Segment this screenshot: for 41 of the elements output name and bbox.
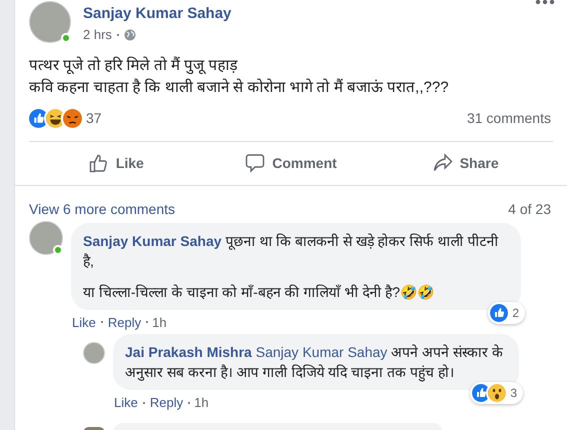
post-time[interactable]: 2 hrs — [83, 25, 112, 44]
comment-action-link[interactable]: Reply — [148, 393, 184, 412]
comment-reactions[interactable]: 3 — [470, 382, 523, 404]
like-reaction-icon — [490, 304, 508, 322]
comment-counter: 4 of 23 — [508, 200, 551, 218]
reaction-count: 3 — [510, 385, 517, 402]
comment-action-link[interactable]: Like — [113, 393, 139, 412]
post-text-line: कवि कहना चाहता है कि थाली बजाने से कोरोना भागे तो मैं बजाऊं परात,,??? — [29, 78, 450, 98]
reaction-count[interactable]: 37 — [86, 108, 102, 129]
view-more-comments-link[interactable]: View 6 more comments — [29, 200, 176, 218]
mention-link[interactable]: Sanjay Kumar Sahay — [256, 344, 388, 360]
commenter-name[interactable]: Sanjay Kumar Sahay — [83, 232, 222, 248]
share-arrow-icon — [432, 153, 453, 173]
comment-action-link[interactable]: Like — [71, 312, 97, 332]
post-text-line: पत्थर पूजे तो हरि मिले तो मैं पुजू पहाड़ — [29, 56, 239, 76]
comment-time[interactable]: 1h — [194, 393, 209, 412]
globe-icon — [124, 28, 136, 41]
comment-text: या चिल्ला-चिल्ला के चाइना को माँ-बहन की गालियाँ भी देनी है?🤣🤣 — [83, 282, 436, 302]
commenter-name[interactable]: Jai Prakash Mishra — [125, 344, 252, 360]
more-icon — [535, 0, 555, 5]
thumbs-up-icon — [88, 153, 109, 173]
speech-bubble-icon — [245, 153, 266, 173]
author-name[interactable]: Sanjay Kumar Sahay — [83, 4, 531, 23]
avatar — [29, 220, 63, 254]
comment-button[interactable]: Comment — [204, 152, 378, 174]
comment-text: Sanjay Kumar Sahay पूछना था कि बालकनी से खड़े होकर सिर्फ थाली पीटनी है, — [83, 232, 500, 270]
comment-time[interactable]: 1h — [152, 312, 167, 332]
comment-reactions[interactable]: 2 — [488, 302, 525, 324]
avatar — [29, 1, 71, 43]
comments-count-link[interactable]: 31 comments — [466, 108, 551, 129]
like-reaction-icon — [29, 109, 48, 128]
comment-action-link[interactable]: Reply — [106, 312, 142, 332]
comment-text: Jai Prakash Mishra Sanjay Kumar Sahay अपने अपने संस्कार के अनुसार सब करना है। आप गाली दिजिये यदि चाइना तक पहुंच हो। — [125, 343, 504, 382]
share-button[interactable]: Share — [378, 152, 554, 174]
avatar — [83, 342, 105, 364]
surprised-reaction-icon — [488, 384, 506, 402]
angry-reaction-icon — [63, 109, 82, 128]
like-reaction-icon — [472, 384, 490, 402]
like-button[interactable]: Like — [29, 152, 204, 174]
reaction-count: 2 — [512, 304, 519, 322]
laughing-reaction-icon — [46, 109, 65, 128]
